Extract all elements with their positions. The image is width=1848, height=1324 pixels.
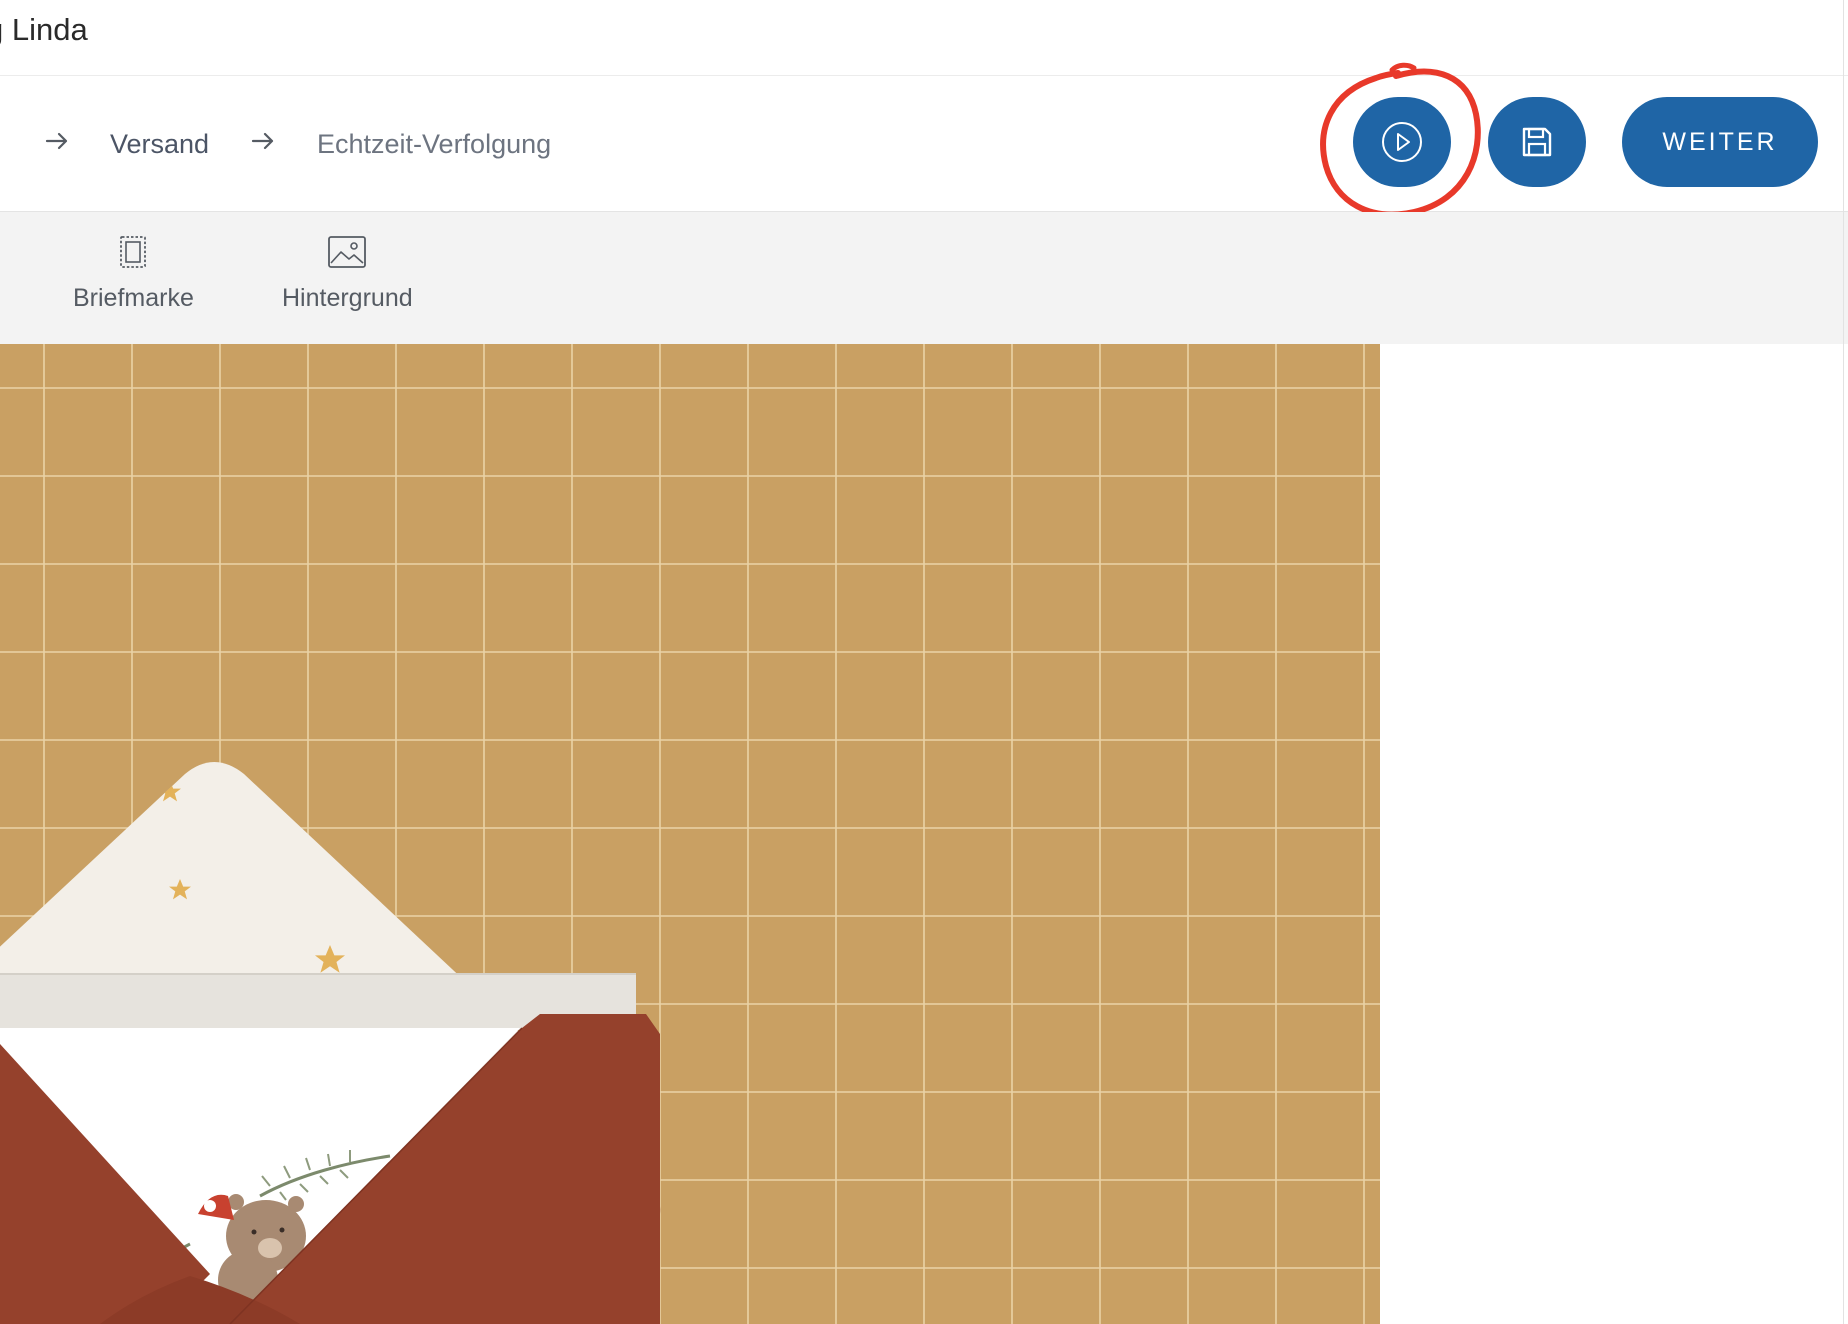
breadcrumb-item-echtzeit-verfolgung[interactable]: Echtzeit-Verfolgung — [317, 129, 551, 160]
page: g Linda Versand Echtzeit-Verfolgung — [0, 0, 1848, 1324]
action-bar: Versand Echtzeit-Verfolgung WEITER — [0, 76, 1848, 212]
play-circle-icon — [1382, 122, 1422, 162]
arrow-right-icon — [45, 132, 68, 150]
next-button[interactable]: WEITER — [1622, 97, 1818, 187]
floppy-disk-icon — [1522, 127, 1552, 157]
breadcrumb-item-versand[interactable]: Versand — [110, 129, 209, 160]
window-title: g Linda — [0, 12, 88, 47]
panel-divider — [1843, 0, 1844, 1324]
tool-briefmarke[interactable]: Briefmarke — [73, 234, 194, 313]
image-icon — [328, 236, 367, 268]
tool-label: Briefmarke — [73, 284, 194, 312]
stamp-icon — [120, 236, 147, 268]
save-button[interactable] — [1488, 97, 1586, 187]
arrow-right-icon — [251, 132, 274, 150]
design-toolbar: Briefmarke Hintergrund — [0, 212, 1848, 344]
tool-label: Hintergrund — [282, 284, 413, 312]
design-canvas[interactable] — [0, 344, 1380, 1324]
envelope-preview — [0, 344, 1380, 1324]
title-bar: g Linda — [0, 0, 1848, 76]
preview-button[interactable] — [1353, 97, 1451, 187]
tool-hintergrund[interactable]: Hintergrund — [282, 234, 413, 313]
